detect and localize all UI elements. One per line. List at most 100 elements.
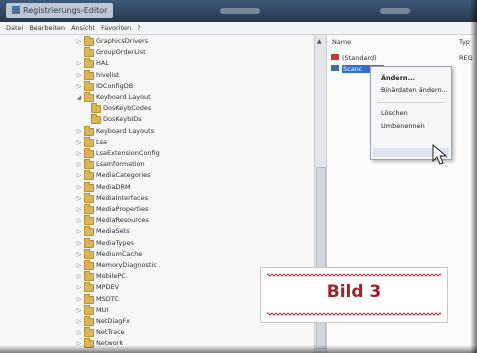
expand-arrow-icon[interactable]: ▷: [76, 58, 82, 69]
tree-item[interactable]: ▷ NetTrace: [0, 327, 310, 338]
expand-arrow-icon[interactable]: ▷: [76, 327, 82, 338]
tree-item-label: MediaInterfaces: [96, 193, 149, 202]
expand-arrow-icon[interactable]: ▷: [76, 204, 82, 215]
expand-arrow-icon[interactable]: ▷: [76, 70, 82, 81]
menu-2[interactable]: Ansicht: [71, 22, 95, 34]
folder-icon: [84, 125, 94, 136]
tree-item-label: NetTrace: [96, 328, 125, 337]
tree-item[interactable]: ▷ MediaInterfaces: [0, 192, 310, 204]
folder-icon: [84, 69, 94, 80]
title-bar: Registrierungs-Editor: [0, 0, 477, 22]
expand-arrow-icon[interactable]: ▷: [76, 193, 82, 204]
folder-icon: [91, 103, 101, 114]
expand-arrow-icon[interactable]: ▷: [76, 260, 82, 271]
scroll-up-arrow-icon[interactable]: ▲: [317, 38, 322, 45]
mouse-cursor-icon: [432, 143, 448, 165]
tree-item[interactable]: ▷ MediaSets: [0, 226, 310, 237]
menu-1[interactable]: Bearbeiten: [29, 22, 65, 34]
expand-arrow-icon[interactable]: ▷: [76, 294, 82, 305]
tree-item[interactable]: ▷ Keyboard Layouts: [0, 125, 310, 137]
menu-0[interactable]: Datei: [6, 22, 23, 34]
tree-item-label: IDConfigDB: [96, 81, 134, 90]
expand-arrow-icon[interactable]: ▷: [76, 148, 82, 159]
tree-item[interactable]: ▷ GraphicsDrivers: [0, 36, 310, 47]
tree-item[interactable]: ◢ Keyboard Layout: [0, 92, 310, 103]
expand-arrow-icon[interactable]: [76, 47, 82, 58]
tree-item[interactable]: ▷ MediaProperties: [0, 204, 310, 215]
tree-item[interactable]: DosKeybIDs: [0, 114, 310, 125]
caption-wave-bottom: [267, 312, 441, 316]
collapse-arrow-icon[interactable]: ◢: [76, 92, 82, 103]
expand-arrow-icon[interactable]: ▷: [76, 238, 82, 249]
folder-icon: [84, 226, 94, 237]
expand-arrow-icon[interactable]: [83, 114, 89, 125]
expand-arrow-icon[interactable]: ▷: [76, 36, 82, 47]
expand-arrow-icon[interactable]: ▷: [76, 81, 82, 92]
glare: [380, 8, 410, 14]
expand-arrow-icon[interactable]: [83, 103, 89, 114]
tree-item[interactable]: ▷ MediumCache: [0, 248, 310, 260]
menu-4[interactable]: ?: [137, 22, 140, 34]
value-name: (Standard): [342, 54, 377, 62]
tree-item-label: hivelist: [96, 70, 120, 79]
tree-item[interactable]: ▷ HAL: [0, 58, 310, 69]
tree-item[interactable]: ▷ LsaExtensionConfig: [0, 148, 310, 159]
expand-arrow-icon[interactable]: ▷: [76, 271, 82, 282]
tree-item[interactable]: ▷ hivelist: [0, 69, 310, 81]
tree-item[interactable]: GroupOrderList: [0, 47, 310, 58]
tree-item[interactable]: ▷ MediaResources: [0, 215, 310, 226]
caption-text: Bild 3: [326, 282, 382, 302]
reg-string-icon: [331, 54, 339, 60]
expand-arrow-icon[interactable]: ▷: [76, 126, 82, 137]
tree-item-label: MediaTypes: [96, 238, 134, 247]
reg-binary-icon: [331, 65, 339, 71]
tree-item-label: DosKeybCodes: [103, 104, 152, 113]
tree-item-label: LsaInformation: [96, 160, 145, 169]
expand-arrow-icon[interactable]: ▷: [76, 159, 82, 170]
tree-item-label: MediaResources: [96, 216, 149, 225]
expand-arrow-icon[interactable]: ▷: [76, 137, 82, 148]
column-header-name[interactable]: Name: [332, 38, 351, 46]
folder-icon: [84, 215, 94, 226]
expand-arrow-icon[interactable]: ▷: [76, 182, 82, 193]
expand-arrow-icon[interactable]: ▷: [76, 226, 82, 237]
tree-item[interactable]: ▷ IDConfigDB: [0, 80, 310, 92]
tree-item-label: MediaDRM: [96, 182, 131, 191]
photo-edge: [0, 345, 477, 353]
menu-item-binaerdaten-aendern[interactable]: Binärdaten ändern...: [381, 86, 448, 94]
tree-item[interactable]: ▷ MediaDRM: [0, 181, 310, 193]
expand-arrow-icon[interactable]: ▷: [76, 305, 82, 316]
expand-arrow-icon[interactable]: ▷: [76, 170, 82, 181]
tree-item-label: MediaProperties: [96, 205, 149, 213]
folder-icon: [84, 92, 94, 102]
folder-icon: [91, 114, 101, 125]
value-row[interactable]: (Standard) REG: [331, 53, 477, 63]
folder-icon: [84, 80, 94, 91]
tree-item[interactable]: ▷ LsaInformation: [0, 159, 310, 170]
tree-item[interactable]: ▷ MediaTypes: [0, 237, 310, 249]
expand-arrow-icon[interactable]: ▷: [76, 282, 82, 293]
expand-arrow-icon[interactable]: ▷: [76, 316, 82, 327]
expand-arrow-icon[interactable]: ▷: [76, 249, 82, 260]
folder-icon: [84, 248, 94, 259]
tree-item-label: MediaSets: [96, 227, 130, 236]
tree-item[interactable]: ▷ Lsa: [0, 136, 310, 148]
menu-item-umbenennen[interactable]: Umbenennen: [381, 122, 425, 130]
folder-icon: [84, 327, 94, 338]
folder-icon: [84, 136, 94, 147]
expand-arrow-icon[interactable]: ▷: [76, 215, 82, 226]
tree-item-label: DosKeybIDs: [103, 115, 142, 124]
menu-item-aendern[interactable]: Ändern...: [381, 74, 415, 82]
tree-item-label: Keyboard Layout: [96, 93, 151, 101]
menu-3[interactable]: Favoriten: [101, 22, 131, 34]
menu-item-loeschen[interactable]: Löschen: [381, 109, 408, 117]
tree-item-label: GraphicsDrivers: [96, 37, 149, 45]
tree-item[interactable]: ▷ MediaCategories: [0, 170, 310, 181]
tree-item-label: GroupOrderList: [96, 48, 146, 57]
tree-item-label: HAL: [96, 59, 109, 68]
column-header-type[interactable]: Typ: [459, 38, 470, 46]
tree-item-label: LsaExtensionConfig: [96, 149, 160, 157]
caption-wave-top: [267, 273, 441, 277]
glare: [220, 8, 260, 14]
tree-item[interactable]: DosKeybCodes: [0, 103, 310, 114]
